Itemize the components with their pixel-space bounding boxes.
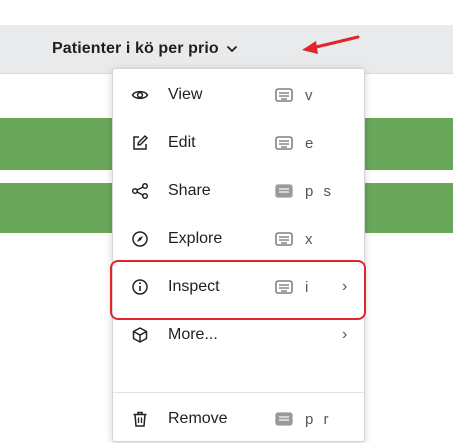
shortcut-key: p r xyxy=(305,410,332,428)
keyboard-icon xyxy=(275,136,293,150)
keyboard-icon xyxy=(275,184,293,198)
menu-item-label: Edit xyxy=(168,134,196,151)
keyboard-icon xyxy=(275,412,293,426)
shortcut-key: x xyxy=(305,230,316,248)
shortcut-key: i xyxy=(305,278,312,296)
share-icon xyxy=(131,182,149,200)
menu-item-share[interactable]: Share p s xyxy=(113,167,364,215)
shortcut-key: e xyxy=(305,134,317,152)
menu-item-label: Inspect xyxy=(168,278,220,295)
menu-item-explore[interactable]: Explore x xyxy=(113,215,364,263)
annotation-arrow xyxy=(302,35,360,54)
keyboard-icon xyxy=(275,88,293,102)
menu-item-edit[interactable]: Edit e xyxy=(113,119,364,167)
menu-item-label: View xyxy=(168,86,203,103)
info-icon xyxy=(131,278,149,296)
menu-item-more[interactable]: More... › xyxy=(113,311,364,359)
menu-item-view[interactable]: View v xyxy=(113,71,364,119)
menu-divider xyxy=(113,392,364,393)
menu-item-remove[interactable]: Remove p r xyxy=(113,395,364,443)
chevron-right-icon: › xyxy=(342,278,348,295)
compass-icon xyxy=(131,230,149,248)
keyboard-icon xyxy=(275,280,293,294)
edit-icon xyxy=(131,134,149,152)
panel-header: Patienter i kö per prio xyxy=(0,25,453,74)
menu-item-inspect[interactable]: Inspect i › xyxy=(113,263,364,311)
keyboard-icon xyxy=(275,232,293,246)
shortcut-key: p s xyxy=(305,182,335,200)
menu-item-label: Explore xyxy=(168,230,223,247)
panel-context-menu: View v Edit e Share p s Explore x Inspec… xyxy=(112,68,365,442)
menu-item-label: Remove xyxy=(168,410,228,427)
top-strip xyxy=(0,0,453,25)
shortcut-key: v xyxy=(305,86,316,104)
panel-title: Patienter i kö per prio xyxy=(52,40,219,57)
chevron-down-icon xyxy=(225,42,239,56)
trash-icon xyxy=(131,410,149,428)
eye-icon xyxy=(131,86,149,104)
panel-title-button[interactable]: Patienter i kö per prio xyxy=(52,25,239,73)
menu-item-label: More... xyxy=(168,326,218,343)
chevron-right-icon: › xyxy=(342,326,348,343)
cube-icon xyxy=(131,326,149,344)
menu-item-label: Share xyxy=(168,182,211,199)
